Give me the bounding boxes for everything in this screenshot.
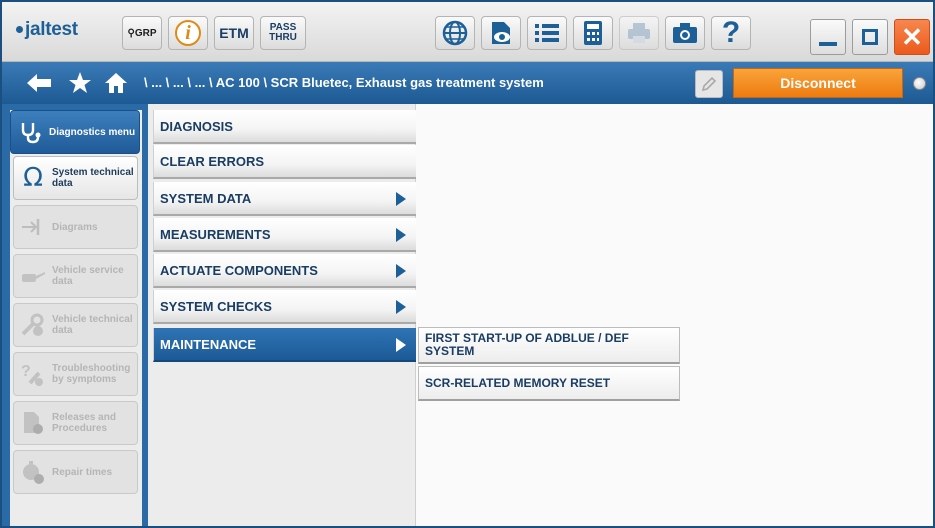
search-icon: ⚲ — [127, 27, 135, 39]
sidebar-item-label: System technical data — [52, 167, 134, 189]
group-search-button[interactable]: ⚲ GRP — [122, 16, 162, 50]
app-window: jaltest ⚲ GRP i ETM PASS THRU ? ✕ \ ... … — [0, 0, 935, 528]
close-icon: ✕ — [901, 21, 923, 52]
grp-label: GRP — [134, 27, 157, 39]
sidebar-item-vehicle-technical-data: Vehicle technical data — [13, 303, 138, 347]
menu-item-maintenance[interactable]: MAINTENANCE — [153, 328, 416, 362]
navigation-bar: \ ... \ ... \ ... \ AC 100 \ SCR Bluetec… — [2, 62, 933, 104]
chevron-right-icon — [396, 228, 406, 242]
sidebar-item-label: Vehicle technical data — [52, 314, 133, 336]
minimize-button[interactable] — [810, 19, 846, 55]
sidebar: Diagnostics menu Ω System technical data… — [2, 104, 148, 526]
menu-item-label: MEASUREMENTS — [160, 226, 271, 242]
menu-item-clear-errors[interactable]: CLEAR ERRORS — [153, 145, 416, 179]
oil-can-icon — [20, 263, 46, 289]
minimize-icon — [819, 42, 837, 46]
maximize-button[interactable] — [852, 19, 888, 55]
menu-item-label: MAINTENANCE — [160, 336, 257, 352]
connection-status-indicator — [913, 77, 926, 90]
chevron-right-icon — [396, 192, 406, 206]
troubleshoot-icon: ? — [20, 361, 46, 387]
menu-item-label: ACTUATE COMPONENTS — [160, 262, 318, 278]
sidebar-item-label: Diagnostics menu — [49, 126, 136, 138]
etm-label: ETM — [219, 25, 249, 41]
info-icon: i — [175, 20, 201, 46]
favorites-star-icon[interactable] — [66, 70, 94, 96]
pass-thru-button[interactable]: PASS THRU — [260, 16, 306, 50]
calculator-icon — [584, 21, 602, 45]
question-mark-icon: ? — [721, 16, 741, 49]
information-button[interactable]: i — [168, 16, 208, 50]
menu-item-diagnosis[interactable]: DIAGNOSIS — [153, 110, 416, 144]
pencil-icon — [701, 76, 717, 92]
submenu-item-scr-memory-reset[interactable]: SCR-RELATED MEMORY RESET — [418, 366, 680, 401]
menu-item-measurements[interactable]: MEASUREMENTS — [153, 218, 416, 252]
sidebar-item-system-technical-data[interactable]: Ω System technical data — [13, 156, 138, 200]
sidebar-item-label: Repair times — [52, 466, 113, 478]
printer-icon — [628, 23, 650, 43]
pass-thru-label: PASS THRU — [269, 22, 297, 43]
submenu-item-label: FIRST START-UP OF ADBLUE / DEF SYSTEM — [425, 331, 629, 358]
maximize-icon — [862, 29, 878, 45]
sidebar-item-label: Releases and Procedures — [52, 412, 116, 434]
document-view-button[interactable] — [481, 16, 521, 50]
breadcrumb: \ ... \ ... \ ... \ AC 100 \ SCR Bluetec… — [144, 75, 544, 90]
menu-item-label: SYSTEM DATA — [160, 190, 252, 206]
menu-item-system-data[interactable]: SYSTEM DATA — [153, 182, 416, 216]
document-gear-icon — [20, 410, 46, 436]
etm-button[interactable]: ETM — [214, 16, 254, 50]
menu-item-actuate-components[interactable]: ACTUATE COMPONENTS — [153, 254, 416, 288]
sidebar-item-diagrams: Diagrams — [13, 205, 138, 249]
menu-item-label: DIAGNOSIS — [160, 118, 233, 134]
disconnect-button[interactable]: Disconnect — [733, 68, 903, 98]
omega-icon: Ω — [23, 163, 43, 193]
help-button[interactable]: ? — [711, 16, 751, 50]
submenu-item-label: SCR-RELATED MEMORY RESET — [425, 375, 611, 390]
stethoscope-icon — [17, 119, 43, 145]
stopwatch-gear-icon — [20, 459, 46, 485]
camera-icon — [673, 23, 697, 43]
document-eye-icon — [492, 22, 510, 44]
sidebar-panel: Diagnostics menu Ω System technical data… — [10, 110, 142, 526]
menu-item-label: CLEAR ERRORS — [160, 153, 265, 169]
sidebar-item-label: Troubleshooting by symptoms — [52, 363, 131, 385]
sidebar-item-diagnostics-menu[interactable]: Diagnostics menu — [10, 110, 140, 154]
chevron-right-icon — [396, 338, 406, 352]
close-button[interactable]: ✕ — [894, 19, 930, 55]
diagram-icon — [20, 214, 46, 240]
chevron-right-icon — [396, 264, 406, 278]
globe-button[interactable] — [435, 16, 475, 50]
sidebar-item-vehicle-service-data: Vehicle service data — [13, 254, 138, 298]
list-button[interactable] — [527, 16, 567, 50]
sidebar-item-troubleshooting: ? Troubleshooting by symptoms — [13, 352, 138, 396]
chevron-right-icon — [396, 300, 406, 314]
svg-text:?: ? — [21, 363, 31, 380]
submenu-item-first-startup-adblue[interactable]: FIRST START-UP OF ADBLUE / DEF SYSTEM — [418, 327, 680, 364]
list-icon — [535, 24, 559, 42]
globe-network-icon — [442, 20, 468, 46]
diagnostics-menu-list: DIAGNOSIS CLEAR ERRORS SYSTEM DATA MEASU… — [148, 104, 416, 526]
top-toolbar: jaltest ⚲ GRP i ETM PASS THRU ? ✕ — [2, 2, 933, 62]
sidebar-item-label: Vehicle service data — [52, 265, 124, 287]
print-button[interactable] — [619, 16, 659, 50]
sidebar-item-repair-times: Repair times — [13, 450, 138, 494]
back-arrow-icon[interactable] — [24, 70, 54, 96]
sidebar-item-releases-procedures: Releases and Procedures — [13, 401, 138, 445]
edit-button[interactable] — [695, 70, 723, 98]
menu-item-label: SYSTEM CHECKS — [160, 298, 272, 314]
calculator-button[interactable] — [573, 16, 613, 50]
content-area — [416, 104, 933, 526]
screenshot-button[interactable] — [665, 16, 705, 50]
wrench-gear-icon — [20, 312, 46, 338]
jaltest-logo: jaltest — [16, 19, 78, 43]
sidebar-item-label: Diagrams — [52, 221, 98, 233]
menu-item-system-checks[interactable]: SYSTEM CHECKS — [153, 290, 416, 324]
home-icon[interactable] — [102, 70, 130, 96]
